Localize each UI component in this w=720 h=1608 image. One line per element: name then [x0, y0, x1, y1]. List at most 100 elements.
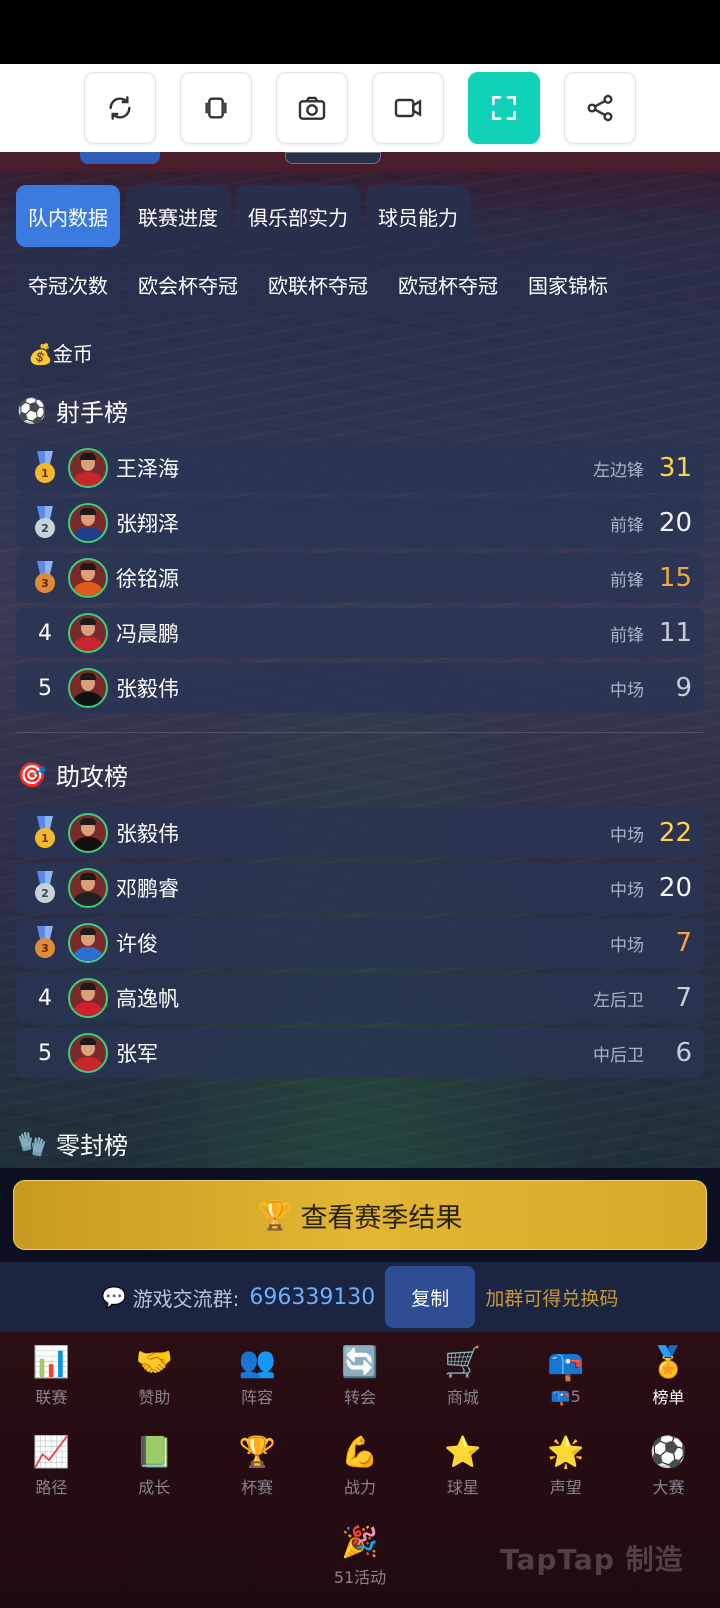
soccer-ball-icon: ⚽ [17, 396, 47, 425]
nav-item-4[interactable]: 🛒 商城 [411, 1332, 514, 1422]
avatar-hair [80, 618, 96, 625]
chip-row2-2[interactable]: 欧联杯夺冠 [256, 253, 380, 315]
copy-button[interactable]: 复制 [385, 1266, 476, 1328]
player-position: 左边锋 [593, 460, 644, 481]
nav-icon: 📈 [32, 1435, 71, 1470]
medal-rank: 2 [35, 518, 55, 538]
chip-row1-1[interactable]: 联赛进度 [126, 185, 230, 247]
stat-value: 9 [675, 673, 692, 703]
scorers-row[interactable]: 5 张毅伟 中场 9 [16, 663, 704, 713]
chip-row2-4[interactable]: 国家锦标 [516, 253, 620, 315]
scorers-list: 1 王泽海 左边锋 31 2 张翔泽 前锋 20 3 徐铭源 前锋 15 4 冯晨鹏 前锋 11 5 张毅伟 中场 9 [16, 443, 704, 718]
nav-item-51-event[interactable]: 🎉 51活动 [310, 1512, 410, 1602]
share-icon [587, 94, 613, 122]
player-name: 张翔泽 [116, 512, 179, 536]
section-divider [16, 732, 704, 733]
nav-item-label: 51活动 [333, 1568, 387, 1587]
fullscreen-button[interactable] [468, 72, 540, 144]
nav-item-6[interactable]: 🏅 榜单 [617, 1332, 720, 1422]
chip-row1-0[interactable]: 队内数据 [16, 185, 120, 247]
nav-icon: 🔄 [341, 1345, 379, 1380]
scorers-title: ⚽ 射手榜 [16, 393, 128, 428]
nav-icon: 📪 [547, 1347, 585, 1383]
chip-row2-0[interactable]: 夺冠次数 [16, 253, 120, 315]
chip-row2-1[interactable]: 欧会杯夺冠 [126, 253, 250, 315]
stat-value: 31 [658, 453, 692, 483]
stat-value: 7 [675, 928, 692, 958]
scorers-row[interactable]: 1 王泽海 左边锋 31 [16, 443, 704, 493]
player-position: 中场 [610, 825, 644, 846]
refresh-icon [109, 96, 131, 120]
record-button[interactable] [372, 72, 444, 144]
nav-item-5[interactable]: 📪 📪5 [514, 1332, 617, 1422]
assists-row[interactable]: 5 张军 中后卫 6 [16, 1028, 704, 1078]
view-season-result-button[interactable]: 🏆 查看赛季结果 [13, 1180, 707, 1250]
nav-icon: 🏆 [238, 1435, 276, 1470]
player-avatar [68, 668, 108, 708]
avatar-hair [80, 673, 96, 680]
player-avatar [68, 613, 108, 653]
nav-icon: 📗 [135, 1435, 173, 1470]
category-chips: 队内数据 联赛进度 俱乐部实力 球员能力 夺冠次数 欧会杯夺冠 欧联杯夺冠 欧冠杯夺冠 国家锦… [16, 185, 706, 389]
nav-item-10[interactable]: 💪 战力 [309, 1422, 412, 1512]
nav-item-3[interactable]: 🔄 转会 [309, 1332, 412, 1422]
share-button[interactable] [564, 72, 636, 144]
nav-item-12[interactable]: 🌟 声望 [514, 1422, 617, 1512]
nav-item-label: 战力 [343, 1478, 376, 1497]
nav-item-label: 联赛 [35, 1388, 68, 1407]
nav-item-11[interactable]: ⭐ 球星 [411, 1422, 514, 1512]
player-position: 前锋 [610, 515, 644, 536]
nav-item-7[interactable]: 📈 路径 [0, 1422, 103, 1512]
player-position: 中场 [610, 880, 644, 901]
assists-row[interactable]: 2 邓鹏睿 中场 20 [16, 863, 704, 913]
stat-value: 22 [658, 818, 692, 848]
assists-title: 🎯 助攻榜 [16, 757, 128, 792]
assists-row[interactable]: 4 高逸帆 左后卫 7 [16, 973, 704, 1023]
nav-item-13[interactable]: ⚽ 大赛 [617, 1422, 720, 1512]
scorers-row[interactable]: 2 张翔泽 前锋 20 [16, 498, 704, 548]
player-avatar [68, 923, 108, 963]
assists-row[interactable]: 1 张毅伟 中场 22 [16, 808, 704, 858]
nav-item-label: 杯赛 [241, 1478, 274, 1497]
nav-item-2[interactable]: 👥 阵容 [206, 1332, 309, 1422]
player-avatar [68, 813, 108, 853]
view-season-result-label: 查看赛季结果 [300, 1202, 463, 1234]
chip-row1-2[interactable]: 俱乐部实力 [236, 185, 360, 247]
refresh-button[interactable] [84, 72, 156, 144]
nav-icon: 🏅 [649, 1345, 688, 1380]
nav-item-1[interactable]: 🤝 赞助 [103, 1332, 206, 1422]
scorers-row[interactable]: 4 冯晨鹏 前锋 11 [16, 608, 704, 658]
nav-item-0[interactable]: 📊 联赛 [0, 1332, 103, 1422]
nav-item-label: 声望 [549, 1478, 582, 1497]
assists-row[interactable]: 3 许俊 中场 7 [16, 918, 704, 968]
nav-item-9[interactable]: 🏆 杯赛 [206, 1422, 309, 1512]
group-label-text: 游戏交流群: [132, 1286, 240, 1311]
avatar-shirt [72, 527, 104, 541]
nav-icon: ⭐ [444, 1435, 482, 1470]
player-name: 冯晨鹏 [116, 622, 179, 646]
avatar-shirt [72, 837, 104, 851]
scorers-row[interactable]: 3 徐铭源 前锋 15 [16, 553, 704, 603]
party-popper-icon: 🎉 [341, 1525, 379, 1560]
nav-item-8[interactable]: 📗 成长 [103, 1422, 206, 1512]
player-avatar [68, 558, 108, 598]
group-hint: 加群可得兑换码 [485, 1287, 619, 1310]
rank-number: 5 [38, 1040, 52, 1066]
medal-icon: 2 [30, 871, 60, 905]
medal-icon: 1 [30, 816, 60, 850]
rotate-button[interactable] [180, 72, 252, 144]
player-avatar [68, 1033, 108, 1073]
player-name: 许俊 [116, 932, 158, 956]
avatar-shirt [72, 892, 104, 906]
chip-row1-3[interactable]: 球员能力 [366, 185, 470, 247]
assists-title-text: 助攻榜 [56, 763, 128, 791]
player-avatar [68, 503, 108, 543]
chip-row3-0[interactable]: 💰金币 [16, 321, 105, 383]
screenshot-button[interactable] [276, 72, 348, 144]
medal-rank: 3 [35, 938, 55, 958]
chip-row2-3[interactable]: 欧冠杯夺冠 [386, 253, 510, 315]
player-name: 高逸帆 [116, 987, 179, 1011]
nav-item-label: 阵容 [241, 1388, 274, 1407]
avatar-shirt [72, 582, 104, 596]
player-name: 王泽海 [116, 457, 179, 481]
